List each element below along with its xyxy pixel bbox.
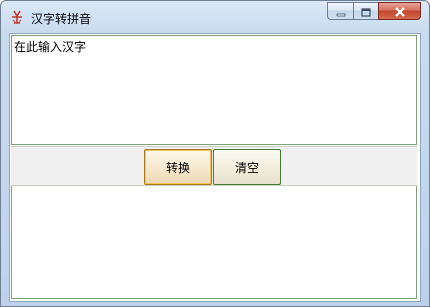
app-logo-icon	[9, 9, 25, 25]
window-title: 汉字转拼音	[31, 12, 92, 26]
close-button[interactable]	[378, 2, 421, 20]
convert-button-label: 转换	[165, 160, 190, 175]
clear-button[interactable]: 清空	[213, 149, 281, 185]
chinese-input-textarea[interactable]: 在此输入汉字	[11, 35, 417, 145]
convert-button[interactable]: 转换	[144, 149, 212, 185]
close-icon	[394, 2, 406, 21]
clear-button-label: 清空	[234, 160, 259, 175]
client-area: 在此输入汉字 转换 清空	[9, 33, 421, 302]
minimize-button[interactable]	[327, 2, 353, 20]
minimize-icon	[336, 2, 346, 21]
title-bar[interactable]: 汉字转拼音	[1, 1, 429, 33]
button-bar: 转换 清空	[11, 146, 417, 186]
input-text: 在此输入汉字	[14, 40, 87, 54]
app-window: 汉字转拼音 在此输入汉字 转换 清空	[0, 0, 430, 307]
pinyin-output-textarea[interactable]	[11, 186, 417, 299]
caption-buttons	[327, 2, 421, 20]
maximize-icon	[361, 2, 371, 21]
maximize-button[interactable]	[353, 2, 378, 20]
